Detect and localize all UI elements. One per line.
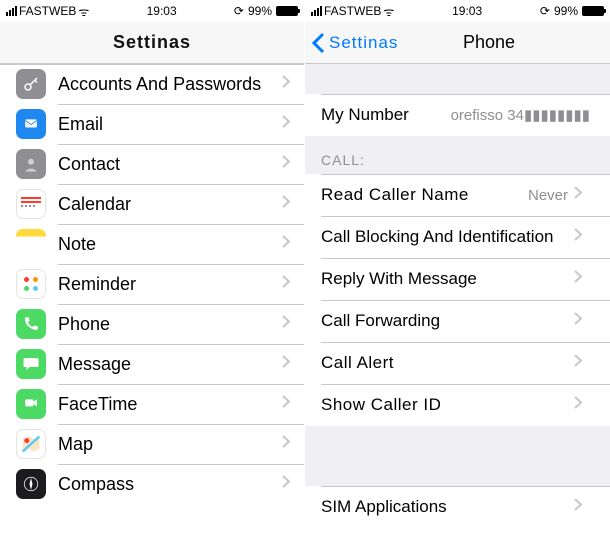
back-button[interactable]: Settinas <box>311 32 398 54</box>
nav-bar: Settinas <box>0 22 304 64</box>
chevron-right-icon <box>574 396 582 414</box>
chevron-right-icon <box>282 155 290 173</box>
calls-header: CALL: <box>305 136 610 174</box>
row-label: Read Caller Name <box>321 185 528 205</box>
settings-item-label: Message <box>58 354 282 375</box>
compass-icon <box>16 469 46 499</box>
back-label: Settinas <box>329 33 398 53</box>
settings-item-label: Reminder <box>58 274 282 295</box>
key-icon <box>16 69 46 99</box>
nav-title: Settinas <box>113 32 191 53</box>
read-caller-name-row[interactable]: Read Caller Name Never <box>305 174 610 216</box>
reminder-icon <box>16 269 46 299</box>
row-label: Reply With Message <box>321 269 574 289</box>
settings-item-map[interactable]: Map <box>0 424 304 464</box>
battery-icon <box>582 6 604 16</box>
my-number-label: My Number <box>321 105 451 125</box>
settings-item-label: Contact <box>58 154 282 175</box>
chevron-right-icon <box>282 235 290 253</box>
chevron-right-icon <box>574 228 582 246</box>
contact-icon <box>16 149 46 179</box>
phone-settings-screen: FASTWEB ᯤ 19:03 ⟳ 99% Settinas Phone My … <box>305 0 610 538</box>
settings-item-label: Email <box>58 114 282 135</box>
settings-item-note[interactable]: Note <box>0 224 304 264</box>
phone-list: My Number orefisso 34▮▮▮▮▮▮▮▮ CALL: Read… <box>305 64 610 528</box>
call-blocking-row[interactable]: Call Blocking And Identification <box>305 216 610 258</box>
row-label: Call Alert <box>321 353 574 373</box>
phone-icon <box>16 309 46 339</box>
settings-item-label: Map <box>58 434 282 455</box>
row-label: SIM Applications <box>321 497 574 517</box>
chevron-right-icon <box>574 498 582 516</box>
reply-with-message-row[interactable]: Reply With Message <box>305 258 610 300</box>
calendar-icon <box>16 189 46 219</box>
call-forwarding-row[interactable]: Call Forwarding <box>305 300 610 342</box>
battery-icon <box>276 6 298 16</box>
settings-item-label: Accounts And Passwords <box>58 74 282 95</box>
settings-item-phone[interactable]: Phone <box>0 304 304 344</box>
nav-title: Phone <box>463 32 515 53</box>
settings-item-message[interactable]: Message <box>0 344 304 384</box>
status-time: 19:03 <box>394 4 540 18</box>
status-time: 19:03 <box>89 4 234 18</box>
chevron-right-icon <box>574 270 582 288</box>
settings-list: Accounts And Passwords Email Contact Cal… <box>0 64 304 504</box>
row-value: Never <box>528 187 568 204</box>
call-alert-row[interactable]: Call Alert <box>305 342 610 384</box>
settings-item-email[interactable]: Email <box>0 104 304 144</box>
my-number-row[interactable]: My Number orefisso 34▮▮▮▮▮▮▮▮ <box>305 94 610 136</box>
signal-icon <box>6 6 17 16</box>
signal-icon <box>311 6 322 16</box>
chevron-right-icon <box>282 75 290 93</box>
chevron-right-icon <box>282 195 290 213</box>
settings-item-label: Calendar <box>58 194 282 215</box>
row-label: Call Blocking And Identification <box>321 227 574 247</box>
settings-item-facetime[interactable]: FaceTime <box>0 384 304 424</box>
show-caller-id-row[interactable]: Show Caller ID <box>305 384 610 426</box>
row-label: Call Forwarding <box>321 311 574 331</box>
chevron-right-icon <box>574 312 582 330</box>
settings-item-label: Compass <box>58 474 282 495</box>
status-bar: FASTWEB ᯤ 19:03 ⟳ 99% <box>0 0 304 22</box>
facetime-icon <box>16 389 46 419</box>
settings-item-label: FaceTime <box>58 394 282 415</box>
chevron-right-icon <box>574 354 582 372</box>
settings-item-label: Phone <box>58 314 282 335</box>
settings-item-compass[interactable]: Compass <box>0 464 304 504</box>
sim-applications-row[interactable]: SIM Applications <box>305 486 610 528</box>
chevron-right-icon <box>282 355 290 373</box>
map-icon <box>16 429 46 459</box>
settings-item-reminder[interactable]: Reminder <box>0 264 304 304</box>
my-number-value: orefisso 34▮▮▮▮▮▮▮▮ <box>451 106 590 124</box>
note-icon <box>16 229 46 259</box>
settings-root-screen: FASTWEB ᯤ 19:03 ⟳ 99% Settinas Accounts … <box>0 0 305 538</box>
settings-item-contact[interactable]: Contact <box>0 144 304 184</box>
chevron-right-icon <box>282 395 290 413</box>
battery-percent: 99% <box>554 4 578 18</box>
message-icon <box>16 349 46 379</box>
status-bar: FASTWEB ᯤ 19:03 ⟳ 99% <box>305 0 610 22</box>
chevron-right-icon <box>282 475 290 493</box>
mail-icon <box>16 109 46 139</box>
chevron-right-icon <box>574 186 582 204</box>
carrier-name: FASTWEB <box>19 4 76 18</box>
settings-item-calendar[interactable]: Calendar <box>0 184 304 224</box>
battery-percent: 99% <box>248 4 272 18</box>
chevron-right-icon <box>282 315 290 333</box>
chevron-right-icon <box>282 275 290 293</box>
nav-bar: Settinas Phone <box>305 22 610 64</box>
chevron-right-icon <box>282 435 290 453</box>
row-label: Show Caller ID <box>321 395 574 415</box>
settings-item-accounts[interactable]: Accounts And Passwords <box>0 64 304 104</box>
settings-item-label: Note <box>58 234 282 255</box>
carrier-name: FASTWEB <box>324 4 381 18</box>
chevron-right-icon <box>282 115 290 133</box>
